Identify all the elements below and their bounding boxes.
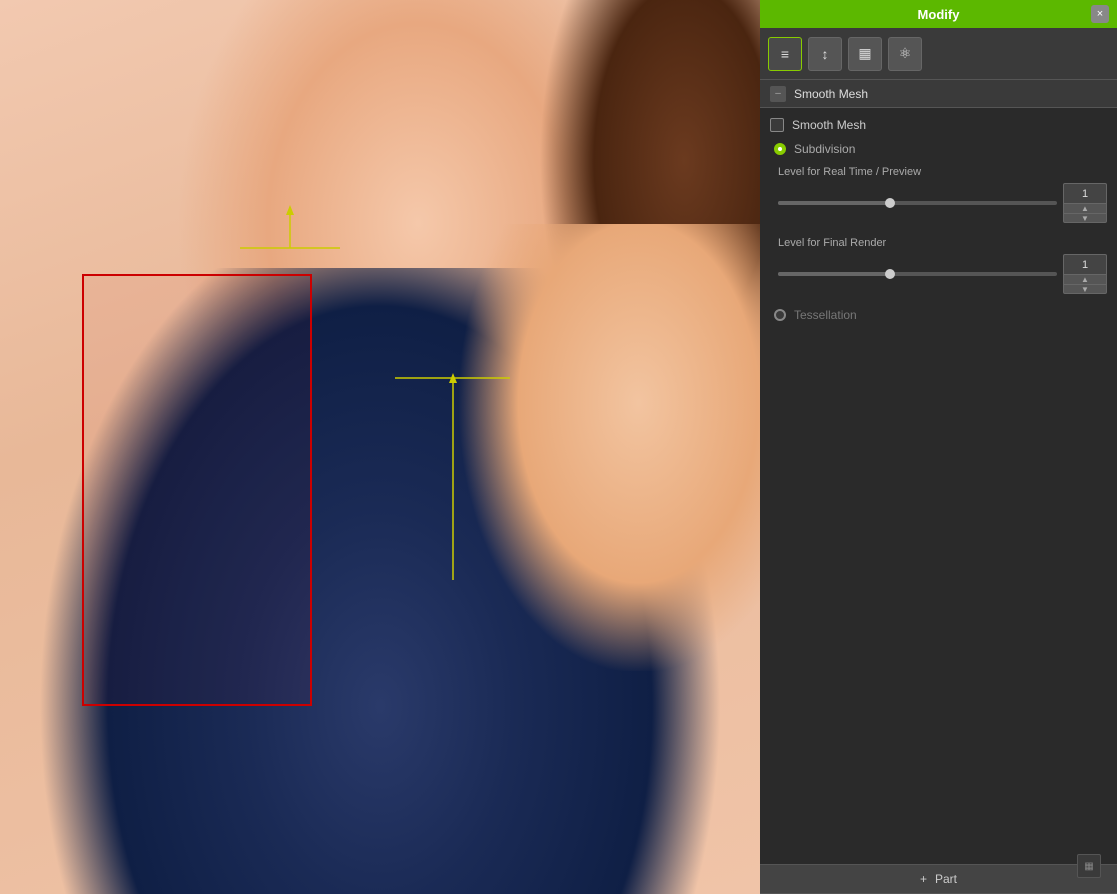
level-render-input[interactable] [1063,254,1107,274]
toolbar-atom-btn[interactable]: ⚛ [888,37,922,71]
level-realtime-up[interactable]: ▲ [1063,203,1107,213]
level-realtime-arrows: ▲ ▼ [1063,203,1107,223]
level-render-fill [778,272,890,276]
section-collapse-btn[interactable]: – [770,86,786,102]
level-render-down[interactable]: ▼ [1063,284,1107,294]
panel-content: Smooth Mesh Subdivision Level for Real T… [760,108,1117,864]
part-label: Part [935,872,957,886]
smooth-mesh-row: Smooth Mesh [770,118,1107,132]
character-arm [456,224,760,671]
panel-titlebar: Modify × [760,0,1117,28]
tessellation-row: Tessellation [770,308,1107,322]
level-realtime-thumb[interactable] [885,198,895,208]
transform-icon: ↕ [822,46,829,62]
part-plus-icon: + [920,872,927,886]
level-render-arrows: ▲ ▼ [1063,274,1107,294]
smooth-mesh-checkbox[interactable] [770,118,784,132]
level-realtime-slider-row: ▲ ▼ [778,183,1107,223]
level-realtime-input[interactable] [1063,183,1107,203]
part-button[interactable]: + Part [760,864,1117,894]
tessellation-label: Tessellation [794,308,857,322]
subdivision-row: Subdivision [770,142,1107,156]
close-button[interactable]: × [1091,5,1109,23]
subdivision-label: Subdivision [794,142,855,156]
sliders-icon: ≡ [781,46,789,62]
panel-toolbar: ≡ ↕ ▦ ⚛ [760,28,1117,80]
level-render-label: Level for Final Render [778,237,1107,249]
viewport[interactable] [0,0,760,894]
grid-icon: ▦ [858,45,871,62]
section-header: – Smooth Mesh [760,80,1117,108]
toolbar-sliders-btn[interactable]: ≡ [768,37,802,71]
level-render-up[interactable]: ▲ [1063,274,1107,284]
level-realtime-label: Level for Real Time / Preview [778,166,1107,178]
level-realtime-fill [778,201,890,205]
toolbar-grid-btn[interactable]: ▦ [848,37,882,71]
panel-title: Modify [918,7,960,22]
level-render-slider[interactable] [778,272,1057,276]
level-realtime-group: Level for Real Time / Preview ▲ ▼ [770,166,1107,223]
atom-icon: ⚛ [899,45,912,62]
smooth-mesh-label: Smooth Mesh [792,118,866,132]
level-realtime-spinner: ▲ ▼ [1063,183,1107,223]
toolbar-transform-btn[interactable]: ↕ [808,37,842,71]
level-realtime-down[interactable]: ▼ [1063,213,1107,223]
level-render-slider-row: ▲ ▼ [778,254,1107,294]
tessellation-radio[interactable] [774,309,786,321]
section-header-title: Smooth Mesh [794,87,868,101]
grid-small-icon: ▦ [1084,861,1093,872]
subdivision-radio[interactable] [774,143,786,155]
level-realtime-slider[interactable] [778,201,1057,205]
right-panel: Modify × ≡ ↕ ▦ ⚛ – Smooth Mesh Smooth Me… [760,0,1117,894]
bottom-right-icon: ▦ [1077,854,1101,878]
level-render-spinner: ▲ ▼ [1063,254,1107,294]
level-render-group: Level for Final Render ▲ ▼ [770,237,1107,294]
level-render-thumb[interactable] [885,269,895,279]
